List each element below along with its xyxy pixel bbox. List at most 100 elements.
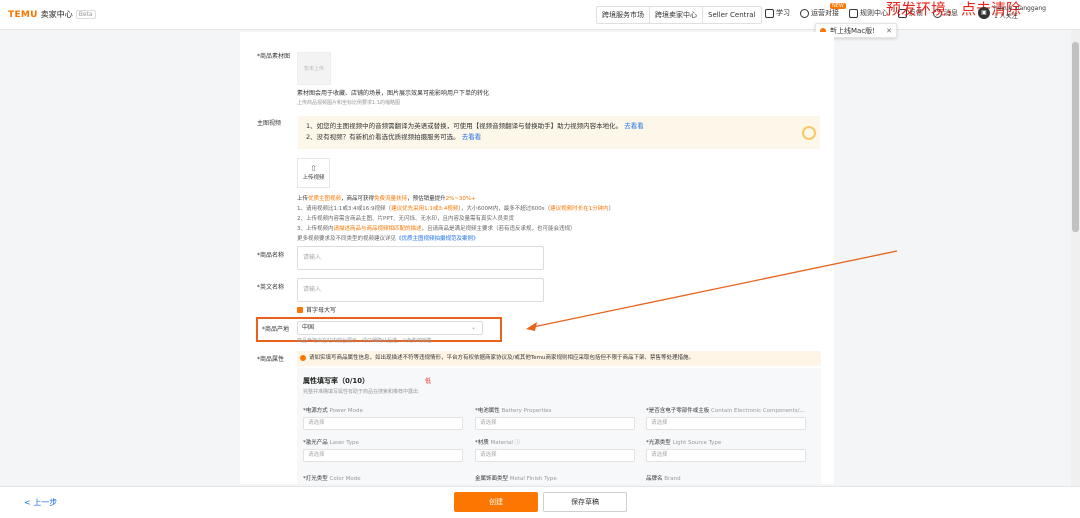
video-help-text: ，预估销量提升	[407, 196, 446, 202]
chevron-down-icon: ⌄	[470, 324, 476, 331]
attr-cn: 金属饰面类型	[475, 476, 509, 482]
attr-cn: *激光产品	[303, 440, 328, 446]
attr-en: Power Mode	[329, 408, 363, 414]
nav-ops[interactable]: 运营对接 NEW	[800, 3, 846, 18]
user-name: hexue xianggang	[994, 5, 1046, 12]
attr-en: Contain Electronic Components/...	[711, 408, 805, 414]
beta-badge: Beta	[75, 10, 96, 19]
new-badge: NEW	[830, 3, 846, 9]
attr-brand-label: 品牌名 Brand	[646, 474, 681, 482]
attr-en: Light Source Type	[672, 440, 722, 446]
book-icon	[765, 8, 774, 18]
video-notice-2-link[interactable]: 去看看	[462, 133, 482, 141]
attr-electronic-label: *是否含电子零部件或主板 Contain Electronic Componen…	[646, 406, 805, 414]
upload-video-button[interactable]: ⇧ 上传视频	[297, 158, 330, 188]
attr-metal-finish-label: 金属饰面类型 Metal Finish Type	[475, 474, 557, 482]
attr-cn: *是否含电子零部件或主板	[646, 408, 710, 414]
user-sub: 1 人关注	[994, 13, 1018, 20]
scroll-thumb[interactable]	[1072, 42, 1079, 232]
create-button[interactable]: 创建	[454, 492, 538, 512]
video-help-text: 更多视频要求及不同类型的视频建议详见	[297, 236, 397, 242]
scrollbar[interactable]	[1071, 30, 1080, 486]
video-help-highlight: 优质主图视频	[308, 196, 342, 202]
video-help-text: 2、上传视频内容需含商品主图、片PPT、无闪烁、无水印，且内容及量需有真实人员卖…	[297, 216, 514, 222]
top-bar: TEMU 卖家中心 Beta 跨境服务市场 跨境卖家中心 Seller Cent…	[0, 0, 1080, 30]
video-help-highlight: 建议视频时长在1分钟内	[550, 206, 609, 212]
attr-en: Brand	[664, 476, 681, 482]
material-help: 素材图会用于收藏、店铺的场景，图片展示效果可能影响用户下单的转化	[297, 90, 490, 97]
attr-material-select[interactable]: 请选择	[475, 449, 635, 462]
upload-video-label: 上传视频	[302, 175, 325, 181]
video-guide-link[interactable]: 《优质主图视频拍摄规范及案例》	[396, 236, 479, 242]
avatar: ▣	[978, 7, 990, 19]
video-help-highlight: 建议优先采用1:1或3:4视频	[391, 206, 459, 212]
origin-select[interactable]: 中国 ⌄	[297, 321, 483, 335]
back-button[interactable]: < 上一步	[24, 497, 57, 508]
video-help-highlight: 免费流量扶持	[374, 196, 408, 202]
upload-icon: ⇧	[310, 164, 317, 173]
video-help-text: 上传	[297, 196, 309, 202]
video-help: 上传优质主图视频，商品可获得免费流量扶持，预估销量提升2%~30%+ 1、请用视…	[297, 194, 614, 244]
video-notice-1-link[interactable]: 去看看	[624, 122, 644, 130]
origin-help: 商品产地会在站内前台展示，请仔细确认后选，以免影响销售	[297, 338, 433, 344]
warning-icon	[300, 355, 306, 361]
product-form-card: *商品素材图 暂未上传 素材图会用于收藏、店铺的场景，图片展示效果可能影响用户下…	[240, 32, 834, 484]
origin-value: 中国	[302, 324, 315, 331]
logo[interactable]: TEMU 卖家中心 Beta	[8, 9, 96, 20]
video-help-highlight: 请描述商品与商品视频相匹配的描述	[333, 226, 422, 232]
attr-battery-select[interactable]: 请选择	[475, 417, 635, 430]
attr-light-source-label: *光源类型 Light Source Type	[646, 438, 721, 446]
nav-rules[interactable]: 规则中心	[849, 8, 888, 18]
video-notice: 1、如您的主图视频中的音频需翻译为英语或替换，可使用【视频音频翻译与替换助手】助…	[298, 116, 820, 149]
video-help-text: 3、上传视频内	[297, 226, 334, 232]
video-notice-2: 2、没有视频？有新机价看选优质视频拍摄服务可选。	[306, 133, 460, 141]
attr-panel: 属性填写率（0/10） 低 完整并准确填写属性有助于商品在搜索和推荐中露出 *电…	[297, 368, 821, 484]
attr-material-label: *材质 Material ⓘ	[475, 438, 520, 446]
save-draft-button[interactable]: 保存草稿	[543, 492, 627, 512]
attr-en: Metal Finish Type	[509, 476, 557, 482]
attr-panel-title: 属性填写率（0/10）	[303, 377, 370, 385]
attr-panel-sub: 完整并准确填写属性有助于商品在搜索和推荐中露出	[303, 389, 419, 395]
en-name-input[interactable]: 请输入	[297, 278, 544, 302]
link-service-market[interactable]: 跨境服务市场	[597, 7, 650, 23]
attr-en: Color Mode	[329, 476, 361, 482]
nav-ops-label: 运营对接	[811, 9, 839, 17]
attr-light-source-select[interactable]: 请选择	[646, 449, 806, 462]
video-help-text: 1、请用视频比1:1或3:4或16:9视频（	[297, 206, 392, 212]
video-notice-1: 1、如您的主图视频中的音频需翻译为英语或替换，可使用【视频音频翻译与替换助手】助…	[306, 122, 623, 130]
logo-brand: TEMU	[8, 9, 38, 20]
nav-rules-label: 规则中心	[860, 9, 888, 17]
capitalize-checkbox[interactable]: 首字母大写	[297, 305, 336, 314]
attr-en: Laser Type	[329, 440, 359, 446]
attr-battery-label: *电池属性 Battery Properties	[475, 406, 551, 414]
attr-electronic-select[interactable]: 请选择	[646, 417, 806, 430]
top-links: 跨境服务市场 跨境卖家中心 Seller Central	[596, 6, 762, 24]
material-upload[interactable]: 暂未上传	[297, 52, 331, 85]
nav-learn[interactable]: 学习	[765, 8, 790, 18]
attr-notice: 请如实填写商品属性信息，如出现描述不符等违规情形，平台方有权依据商家协议及/或其…	[297, 351, 821, 366]
checkbox-checked-icon	[297, 306, 303, 313]
close-icon[interactable]: ✕	[886, 27, 892, 35]
video-help-highlight: 2%~30%+	[445, 196, 476, 202]
attr-power-mode-select[interactable]: 请选择	[303, 417, 463, 430]
attr-cn: *材质	[475, 440, 489, 446]
attr-laser-select[interactable]: 请选择	[303, 449, 463, 462]
attr-cn: 品牌名	[646, 476, 663, 482]
attr-cn: *电池属性	[475, 408, 500, 414]
nav-learn-label: 学习	[776, 9, 790, 17]
capitalize-label: 首字母大写	[306, 307, 337, 314]
product-name-input[interactable]: 请输入	[297, 246, 544, 270]
attr-power-mode-label: *电源方式 Power Mode	[303, 406, 363, 414]
link-seller-center[interactable]: 跨境卖家中心	[650, 7, 703, 23]
user-menu[interactable]: ▣ hexue xianggang 1 人关注	[978, 5, 1046, 21]
attr-color-mode-label: *灯光类型 Color Mode	[303, 474, 361, 482]
attr-cn: *光源类型	[646, 440, 671, 446]
link-seller-central[interactable]: Seller Central	[703, 7, 761, 23]
bottom-bar: < 上一步 创建 保存草稿	[0, 486, 1080, 518]
attr-en: Battery Properties	[501, 408, 552, 414]
chat-icon	[800, 8, 809, 18]
video-help-text: ）	[608, 206, 615, 212]
tooltip-text: 新上线Mac版!	[830, 26, 875, 35]
logo-title: 卖家中心	[40, 10, 73, 19]
video-help-text: ），大小600M内，最多不超过600s（	[458, 206, 551, 212]
